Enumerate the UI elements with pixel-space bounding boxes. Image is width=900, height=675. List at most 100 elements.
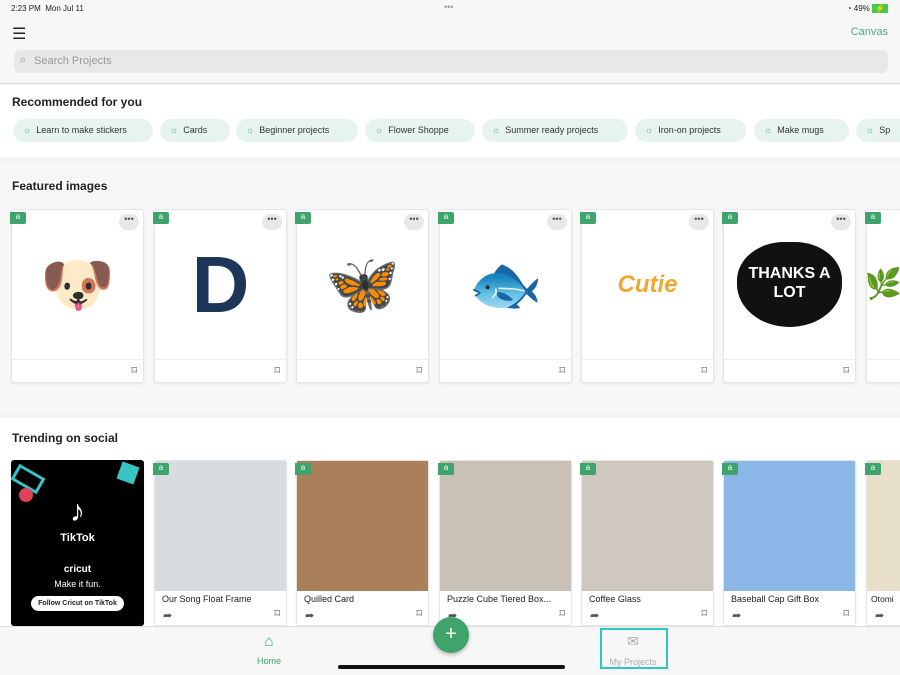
featured-card[interactable]: D a ••• ⌑ bbox=[153, 209, 287, 383]
featured-card[interactable]: 🌿 a bbox=[864, 209, 900, 383]
access-badge-icon: a bbox=[10, 212, 26, 224]
bookmark-icon[interactable]: ⌑ bbox=[274, 364, 280, 377]
follow-tiktok-button[interactable]: Follow Cricut on TikTok bbox=[31, 596, 124, 611]
bookmark-icon[interactable]: ⌑ bbox=[416, 364, 422, 377]
lightbulb-icon: ☼ bbox=[375, 125, 384, 135]
cutie-text: Cutie bbox=[617, 270, 678, 298]
more-options-icon[interactable]: ••• bbox=[831, 214, 851, 230]
access-badge-icon: a bbox=[153, 212, 169, 224]
chip-label: Iron-on projects bbox=[658, 125, 721, 135]
share-icon[interactable]: ➦ bbox=[590, 609, 599, 622]
chip-label: Flower Shoppe bbox=[388, 125, 449, 135]
share-icon[interactable]: ➦ bbox=[163, 609, 172, 622]
featured-card[interactable]: 🦋 a ••• ⌑ bbox=[295, 209, 429, 383]
multitask-dots-icon[interactable]: ••• bbox=[444, 2, 453, 12]
featured-image: Cutie bbox=[582, 210, 713, 359]
access-badge-icon: a bbox=[722, 212, 738, 224]
lightbulb-icon: ☼ bbox=[246, 125, 255, 135]
trending-card[interactable]: a Our Song Float Frame ➦ ⌑ bbox=[153, 460, 287, 626]
bookmark-icon[interactable]: ⌑ bbox=[843, 607, 849, 620]
share-icon[interactable]: ➦ bbox=[732, 609, 741, 622]
bookmark-icon[interactable]: ⌑ bbox=[559, 364, 565, 377]
bookmark-icon[interactable]: ⌑ bbox=[416, 607, 422, 620]
project-title: Our Song Float Frame bbox=[162, 594, 252, 604]
project-title: Quilled Card bbox=[304, 594, 355, 604]
search-icon: ⌕ bbox=[20, 54, 27, 66]
access-badge-icon: a bbox=[865, 212, 881, 224]
bookmark-icon[interactable]: ⌑ bbox=[559, 607, 565, 620]
trending-card[interactable]: a Coffee Glass ➦ ⌑ bbox=[580, 460, 714, 626]
chip-label: Make mugs bbox=[777, 125, 824, 135]
trending-card[interactable]: a Quilled Card ➦ ⌑ bbox=[295, 460, 429, 626]
project-title: Puzzle Cube Tiered Box... bbox=[447, 594, 552, 604]
access-badge-icon: a bbox=[153, 463, 169, 475]
more-options-icon[interactable]: ••• bbox=[547, 214, 567, 230]
project-title: Baseball Cap Gift Box bbox=[731, 594, 820, 604]
chip-label: Beginner projects bbox=[259, 125, 330, 135]
more-options-icon[interactable]: ••• bbox=[689, 214, 709, 230]
home-icon: ⌂ bbox=[264, 633, 274, 650]
canvas-button[interactable]: Canvas bbox=[851, 26, 888, 38]
access-badge-icon: a bbox=[295, 463, 311, 475]
lightbulb-icon: ☼ bbox=[170, 125, 179, 135]
chip[interactable]: ☼ Make mugs bbox=[754, 119, 849, 142]
featured-image: 🦋 bbox=[325, 251, 400, 318]
trending-card[interactable]: a Baseball Cap Gift Box ➦ ⌑ bbox=[722, 460, 856, 626]
lightbulb-icon: ☼ bbox=[764, 125, 773, 135]
wifi-icon: ◔ bbox=[846, 4, 852, 13]
project-title: Coffee Glass bbox=[589, 594, 641, 604]
chip-label: Sp bbox=[879, 125, 891, 135]
battery-percent: 49% bbox=[853, 4, 870, 13]
featured-image: D bbox=[191, 239, 250, 329]
chip[interactable]: ☼ Summer ready projects bbox=[482, 119, 628, 142]
tiktok-card[interactable]: ♪ TikTok cricut Make it fun. Follow Cric… bbox=[10, 460, 144, 626]
bookmark-icon[interactable]: ⌑ bbox=[131, 364, 137, 377]
featured-card[interactable]: THANKS A LOT a ••• ⌑ bbox=[722, 209, 856, 383]
featured-image: 🐟 bbox=[468, 251, 543, 318]
chip[interactable]: ☼ Sp bbox=[856, 119, 900, 142]
more-options-icon[interactable]: ••• bbox=[262, 214, 282, 230]
lightbulb-icon: ☼ bbox=[645, 125, 654, 135]
search-input[interactable]: ⌕ Search Projects bbox=[14, 50, 888, 73]
header: 2:23 PM Mon Jul 11 ••• ◔ 49% ⚡ ☰ Canvas … bbox=[0, 0, 900, 84]
tagline: Make it fun. bbox=[54, 579, 101, 589]
chip-label: Cards bbox=[183, 125, 208, 135]
tiktok-logo-icon: ♪ bbox=[70, 495, 85, 528]
chip[interactable]: ☼ Iron-on projects bbox=[635, 119, 746, 142]
access-badge-icon: a bbox=[865, 463, 881, 475]
trending-card[interactable]: a Otomi ➦ bbox=[865, 460, 900, 626]
project-image bbox=[440, 461, 571, 591]
hamburger-icon[interactable]: ☰ bbox=[12, 24, 26, 44]
bookmark-icon[interactable]: ⌑ bbox=[701, 364, 707, 377]
project-image bbox=[155, 461, 286, 591]
share-icon[interactable]: ➦ bbox=[305, 609, 314, 622]
featured-card[interactable]: 🐟 a ••• ⌑ bbox=[438, 209, 572, 383]
tab-home[interactable]: ⌂ Home bbox=[234, 633, 304, 666]
bookmark-icon[interactable]: ⌑ bbox=[274, 607, 280, 620]
lightbulb-icon: ☼ bbox=[492, 125, 501, 135]
status-bar: 2:23 PM Mon Jul 11 ••• ◔ 49% ⚡ bbox=[0, 0, 900, 18]
tab-home-label: Home bbox=[256, 656, 281, 666]
trending-card[interactable]: a Puzzle Cube Tiered Box... ➦ ⌑ bbox=[438, 460, 572, 626]
highlight-box bbox=[600, 628, 668, 669]
project-image bbox=[582, 461, 713, 591]
featured-card[interactable]: Cutie a ••• ⌑ bbox=[580, 209, 714, 383]
more-options-icon[interactable]: ••• bbox=[404, 214, 424, 230]
share-icon[interactable]: ➦ bbox=[875, 609, 884, 622]
home-indicator bbox=[338, 665, 565, 669]
chip[interactable]: ☼ Learn to make stickers bbox=[13, 119, 153, 142]
tiktok-brand: TikTok bbox=[60, 532, 95, 544]
more-options-icon[interactable]: ••• bbox=[119, 214, 139, 230]
featured-image: 🌿 bbox=[864, 268, 900, 301]
access-badge-icon: a bbox=[438, 463, 454, 475]
lightbulb-icon: ☼ bbox=[23, 125, 32, 135]
bookmark-icon[interactable]: ⌑ bbox=[701, 607, 707, 620]
featured-card[interactable]: 🐶 a ••• ⌑ bbox=[10, 209, 144, 383]
chip[interactable]: ☼ Beginner projects bbox=[236, 119, 358, 142]
bookmark-icon[interactable]: ⌑ bbox=[843, 364, 849, 377]
add-button[interactable]: + bbox=[433, 617, 469, 653]
chip-label: Learn to make stickers bbox=[36, 125, 127, 135]
time: 2:23 PM bbox=[11, 4, 41, 13]
chip[interactable]: ☼ Cards bbox=[160, 119, 230, 142]
chip[interactable]: ☼ Flower Shoppe bbox=[365, 119, 475, 142]
